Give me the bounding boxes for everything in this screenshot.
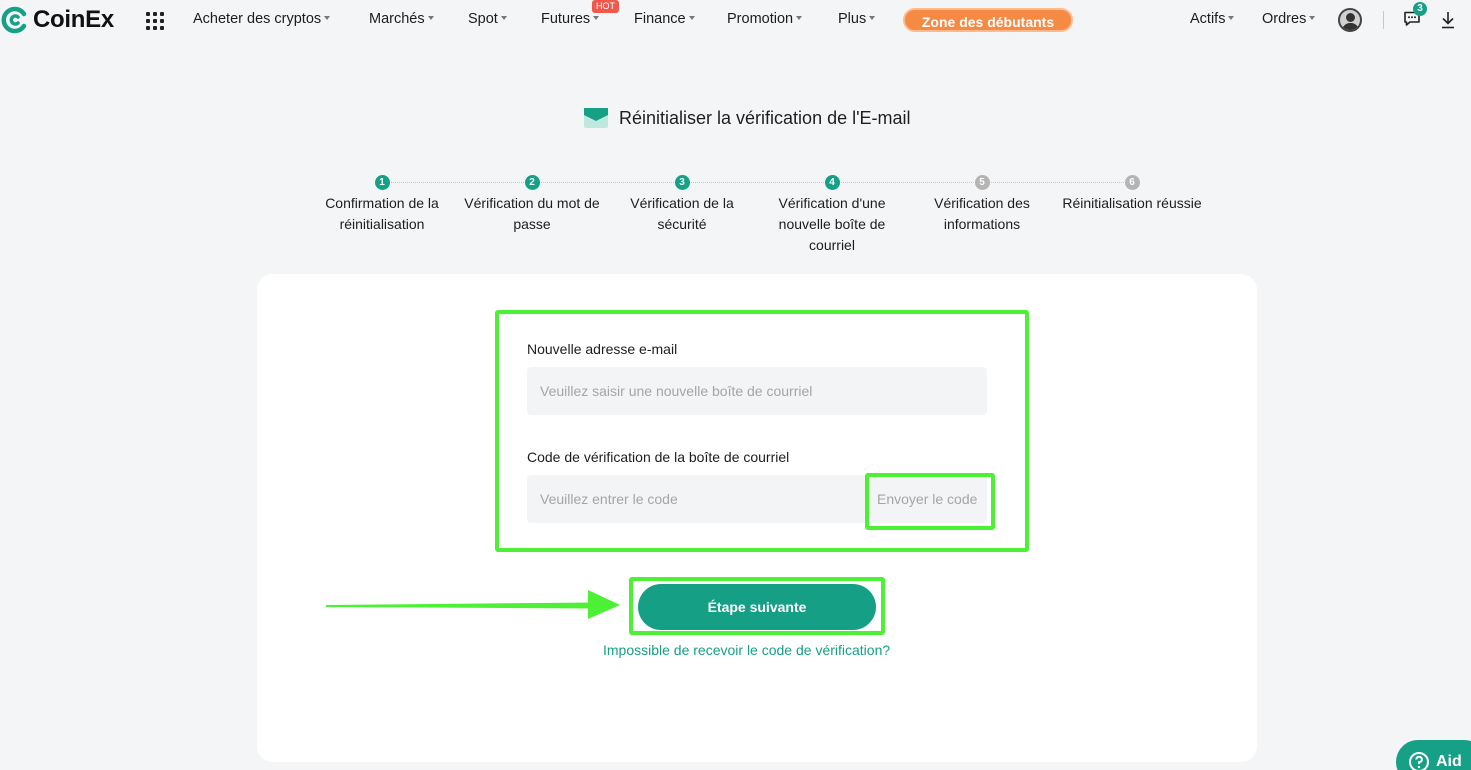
chevron-down-icon — [1228, 16, 1235, 21]
code-field-label: Code de vérification de la boîte de cour… — [527, 449, 790, 465]
step-label: Vérification d'une nouvelle boîte de cou… — [778, 195, 886, 253]
code-placeholder: Veuillez entrer le code — [540, 491, 678, 507]
apps-grid-icon[interactable] — [146, 12, 164, 30]
send-code-button[interactable]: Envoyer le code — [877, 491, 977, 507]
step-label: Réinitialisation réussie — [1062, 195, 1202, 211]
nav-orders[interactable]: Ordres — [1262, 11, 1316, 27]
step-number: 5 — [974, 175, 990, 190]
step-label: Vérification de la sécurité — [630, 195, 734, 232]
page-header: Réinitialiser la vérification de l'E-mai… — [583, 106, 911, 130]
coinex-logo[interactable]: CoinEx — [0, 6, 114, 34]
step-number: 3 — [674, 175, 690, 190]
cannot-receive-code-link[interactable]: Impossible de recevoir le code de vérifi… — [603, 642, 890, 658]
chevron-down-icon — [500, 16, 507, 21]
download-icon[interactable] — [1440, 11, 1456, 29]
nav-futures[interactable]: Futures — [541, 11, 600, 27]
coinex-logo-icon — [1, 6, 27, 34]
nav-more[interactable]: Plus — [838, 11, 876, 27]
nav-spot[interactable]: Spot — [468, 11, 507, 27]
step-1: 1 Confirmation de la réinitialisation — [307, 175, 457, 235]
chevron-down-icon — [1309, 16, 1316, 21]
step-label: Vérification des informations — [934, 195, 1030, 232]
step-4: 4 Vérification d'une nouvelle boîte de c… — [757, 175, 907, 256]
step-number: 1 — [374, 175, 390, 190]
chevron-down-icon — [869, 16, 876, 21]
help-icon — [1409, 752, 1429, 770]
step-number: 2 — [524, 175, 540, 190]
nav-promotion[interactable]: Promotion — [727, 11, 803, 27]
help-button[interactable]: Aid — [1396, 740, 1471, 770]
email-field-label: Nouvelle adresse e-mail — [527, 341, 678, 357]
chevron-down-icon — [593, 16, 600, 21]
hot-badge: HOT — [592, 0, 619, 13]
message-count-badge: 3 — [1413, 2, 1427, 16]
chevron-down-icon — [324, 16, 331, 21]
chevron-down-icon — [427, 16, 434, 21]
nav-markets[interactable]: Marchés — [369, 11, 434, 27]
avatar[interactable] — [1338, 8, 1362, 32]
top-navbar: CoinEx Acheter des cryptos Marchés Spot … — [0, 0, 1471, 40]
step-5: 5 Vérification des informations — [907, 175, 1057, 235]
page-title: Réinitialiser la vérification de l'E-mai… — [619, 107, 911, 128]
help-button-label: Aid — [1436, 753, 1462, 770]
chevron-down-icon — [688, 16, 695, 21]
beginner-zone-button[interactable]: Zone des débutants — [903, 8, 1073, 32]
step-label: Confirmation de la réinitialisation — [325, 195, 439, 232]
step-number: 6 — [1124, 175, 1140, 190]
divider — [1383, 11, 1384, 29]
nav-buy-crypto[interactable]: Acheter des cryptos — [193, 11, 331, 27]
arrow-annotation-icon — [326, 590, 620, 619]
new-email-input[interactable]: Veuillez saisir une nouvelle boîte de co… — [527, 367, 987, 415]
step-3: 3 Vérification de la sécurité — [607, 175, 757, 235]
next-step-button[interactable]: Étape suivante — [638, 584, 876, 630]
email-icon — [584, 108, 608, 128]
logo-text: CoinEx — [33, 6, 114, 33]
step-number: 4 — [824, 175, 840, 190]
nav-finance[interactable]: Finance — [634, 11, 695, 27]
step-label: Vérification du mot de passe — [464, 195, 600, 232]
chevron-down-icon — [796, 16, 803, 21]
step-6: 6 Réinitialisation réussie — [1057, 175, 1207, 214]
step-2: 2 Vérification du mot de passe — [457, 175, 607, 235]
nav-assets[interactable]: Actifs — [1190, 11, 1235, 27]
